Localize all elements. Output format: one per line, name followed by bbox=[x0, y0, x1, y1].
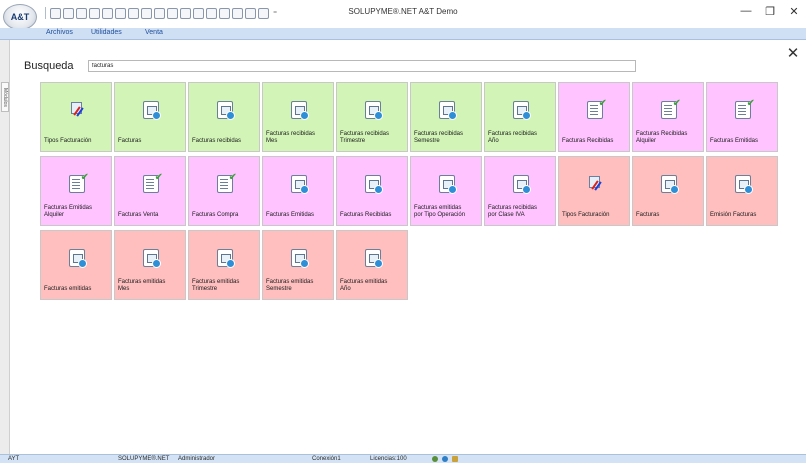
module-tile[interactable]: Facturas Recibidas bbox=[558, 82, 630, 152]
document-icon bbox=[69, 249, 87, 268]
tile-label: Facturas Venta bbox=[118, 212, 159, 218]
tile-label: Facturas Compra bbox=[192, 212, 239, 218]
document-icon bbox=[217, 249, 235, 268]
menu-bar: Archivos Utilidades Venta bbox=[0, 28, 806, 40]
status-company: AYT bbox=[8, 456, 20, 462]
tile-label: Facturas emitidas bbox=[44, 286, 92, 292]
module-tile[interactable]: Facturas Emitidas Alquiler bbox=[40, 156, 112, 226]
module-tile[interactable]: Facturas emitidas Trimestre bbox=[188, 230, 260, 300]
module-tile[interactable]: Tipos Facturación bbox=[40, 82, 112, 152]
document-icon bbox=[143, 249, 161, 268]
check-document-icon bbox=[217, 173, 237, 193]
tile-label: Facturas emitidas Año bbox=[340, 279, 388, 292]
document-icon bbox=[513, 101, 531, 120]
module-tile[interactable]: Facturas emitidas bbox=[40, 230, 112, 300]
module-tile[interactable]: Facturas Recibidas Alquiler bbox=[632, 82, 704, 152]
check-document-icon bbox=[143, 173, 163, 193]
figure-icon bbox=[587, 175, 603, 193]
module-tile[interactable]: Facturas recibidas Trimestre bbox=[336, 82, 408, 152]
document-icon bbox=[661, 175, 679, 194]
window-close-button[interactable]: ✕ bbox=[784, 5, 804, 18]
module-tile[interactable]: Facturas recibidas Año bbox=[484, 82, 556, 152]
tile-label: Emisión Facturas bbox=[710, 212, 757, 218]
status-bar: AYT SOLUPYME®.NET Administrador Conexión… bbox=[0, 454, 806, 463]
module-tile[interactable]: Tipos Facturación bbox=[558, 156, 630, 226]
status-product: SOLUPYME®.NET bbox=[118, 456, 170, 462]
tile-label: Facturas bbox=[118, 138, 142, 144]
module-tile[interactable]: Facturas emitidas Semestre bbox=[262, 230, 334, 300]
module-tile[interactable]: Facturas recibidas por Clase IVA bbox=[484, 156, 556, 226]
tile-label: Tipos Facturación bbox=[562, 212, 610, 218]
module-tile[interactable]: Facturas recibidas Semestre bbox=[410, 82, 482, 152]
document-icon bbox=[291, 175, 309, 194]
tile-label: Facturas recibidas Mes bbox=[266, 131, 316, 144]
tile-label: Facturas Emitidas Alquiler bbox=[44, 205, 93, 218]
tile-label: Facturas recibidas Trimestre bbox=[340, 131, 390, 144]
tile-label: Facturas Recibidas Alquiler bbox=[636, 131, 688, 144]
module-tile[interactable]: Facturas emitidas Año bbox=[336, 230, 408, 300]
document-icon bbox=[439, 175, 457, 194]
document-icon bbox=[217, 101, 235, 120]
modules-tab[interactable]: Módulos bbox=[1, 82, 9, 112]
check-document-icon bbox=[661, 99, 681, 119]
globe-icon bbox=[442, 456, 448, 462]
module-tile[interactable]: Facturas Venta bbox=[114, 156, 186, 226]
search-label: Busqueda bbox=[24, 60, 74, 72]
document-icon bbox=[735, 175, 753, 194]
title-bar: A&T ⁼ SOLUPYME®.NET A&T Demo — ❐ ✕ bbox=[0, 0, 806, 30]
document-icon bbox=[143, 101, 161, 120]
document-icon bbox=[365, 249, 383, 268]
tile-label: Facturas emitidas Mes bbox=[118, 279, 166, 292]
module-tile[interactable]: Facturas Recibidas bbox=[336, 156, 408, 226]
document-icon bbox=[365, 101, 383, 120]
status-licenses: Licencias:100 bbox=[370, 456, 407, 462]
tile-label: Facturas recibidas bbox=[192, 138, 242, 144]
menu-archivos[interactable]: Archivos bbox=[46, 29, 73, 36]
tile-label: Facturas emitidas por Tipo Operación bbox=[414, 205, 466, 218]
module-tile[interactable]: Facturas bbox=[114, 82, 186, 152]
check-document-icon bbox=[587, 99, 607, 119]
module-tile[interactable]: Facturas recibidas Mes bbox=[262, 82, 334, 152]
document-icon bbox=[513, 175, 531, 194]
keys-icon bbox=[452, 456, 458, 462]
module-tile[interactable]: Facturas emitidas Mes bbox=[114, 230, 186, 300]
module-tile[interactable]: Emisión Facturas bbox=[706, 156, 778, 226]
module-tile[interactable]: Facturas Emitidas bbox=[706, 82, 778, 152]
tile-label: Facturas recibidas por Clase IVA bbox=[488, 205, 538, 218]
tile-label: Facturas emitidas Trimestre bbox=[192, 279, 240, 292]
tile-label: Facturas emitidas Semestre bbox=[266, 279, 314, 292]
check-document-icon bbox=[735, 99, 755, 119]
tile-label: Facturas Emitidas bbox=[710, 138, 759, 144]
tile-label: Facturas Recibidas bbox=[562, 138, 614, 144]
tile-label: Tipos Facturación bbox=[44, 138, 92, 144]
tile-label: Facturas Emitidas bbox=[266, 212, 315, 218]
tile-label: Facturas Recibidas bbox=[340, 212, 392, 218]
search-input[interactable] bbox=[88, 60, 636, 72]
window-title: SOLUPYME®.NET A&T Demo bbox=[348, 7, 458, 16]
tile-label: Facturas recibidas Semestre bbox=[414, 131, 464, 144]
document-icon bbox=[291, 101, 309, 120]
document-icon bbox=[365, 175, 383, 194]
document-icon bbox=[439, 101, 457, 120]
module-tile[interactable]: Facturas recibidas bbox=[188, 82, 260, 152]
figure-icon bbox=[69, 101, 85, 119]
results-grid: Tipos Facturación Facturas Facturas recibi… bbox=[40, 82, 778, 302]
tile-label: Facturas bbox=[636, 212, 660, 218]
module-tile[interactable]: Facturas Compra bbox=[188, 156, 260, 226]
module-tile[interactable]: Facturas emitidas por Tipo Operación bbox=[410, 156, 482, 226]
close-panel-button[interactable]: ✕ bbox=[786, 44, 800, 62]
side-panel-strip: Módulos bbox=[0, 40, 10, 454]
module-tile[interactable]: Facturas bbox=[632, 156, 704, 226]
menu-venta[interactable]: Venta bbox=[145, 29, 163, 36]
check-document-icon bbox=[69, 173, 89, 193]
status-user: Administrador bbox=[178, 456, 216, 462]
menu-utilidades[interactable]: Utilidades bbox=[91, 29, 122, 36]
module-tile[interactable]: Facturas Emitidas bbox=[262, 156, 334, 226]
network-icon bbox=[432, 456, 438, 462]
minimize-button[interactable]: — bbox=[736, 5, 756, 17]
maximize-button[interactable]: ❐ bbox=[760, 5, 780, 18]
document-icon bbox=[291, 249, 309, 268]
status-connection: Conexión1 bbox=[312, 456, 341, 462]
tile-label: Facturas recibidas Año bbox=[488, 131, 538, 144]
